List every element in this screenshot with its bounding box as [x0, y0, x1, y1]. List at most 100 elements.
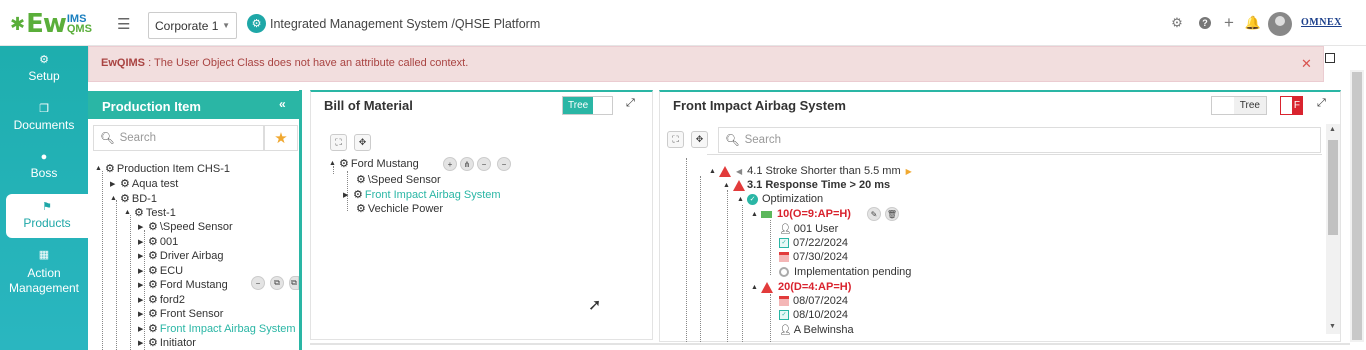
airbag-tree-toggle[interactable]: Tree: [1211, 96, 1267, 115]
tree-node[interactable]: ▶ ⚙ Front Sensor: [138, 307, 223, 321]
scroll-up-icon[interactable]: ▲: [1329, 126, 1336, 133]
tree-node[interactable]: ▲ ⚙ Test-1: [124, 206, 176, 220]
sidebar-item-documents[interactable]: ❐ Documents: [0, 102, 88, 132]
add-node-button[interactable]: +: [443, 157, 457, 171]
sidebar-item-products[interactable]: ⚑ Products: [6, 194, 88, 238]
expand-toggle-icon[interactable]: ▶: [138, 325, 146, 333]
airbag-search-input[interactable]: 🔍︎ Search: [718, 127, 1321, 153]
collapse-all-button[interactable]: ✥: [691, 131, 708, 148]
bell-icon[interactable]: 🔔: [1244, 14, 1262, 32]
company-select[interactable]: Corporate 1 ▼: [148, 12, 237, 39]
sidebar-item-setup[interactable]: ⚙ Setup: [0, 53, 88, 83]
collapse-toggle-icon[interactable]: ▲: [709, 168, 717, 175]
copy-node-button[interactable]: ⧉: [270, 276, 284, 290]
bom-node[interactable]: ⚙ Vechicle Power: [346, 202, 443, 216]
gear-icon: ⚙: [356, 203, 366, 215]
action-node[interactable]: ▲ 20(D=4:AP=H): [751, 281, 851, 293]
logo-ims-qms: IMS QMS: [67, 14, 92, 35]
sidebar-item-boss[interactable]: ● Boss: [0, 151, 88, 180]
remove-node-button[interactable]: −: [477, 157, 491, 171]
tree-node-button[interactable]: ⋔: [460, 157, 474, 171]
collapse-toggle-icon[interactable]: ▲: [110, 195, 118, 202]
collapse-all-button[interactable]: ✥: [354, 134, 371, 151]
collapse-toggle-icon[interactable]: ▲: [723, 182, 731, 189]
divider: [310, 343, 1350, 345]
calendar-check-icon: ✓: [779, 238, 789, 248]
expand-toggle-icon[interactable]: ▶: [138, 252, 146, 260]
remove-node-button[interactable]: −: [251, 276, 265, 290]
collapse-toggle-icon[interactable]: ▲: [95, 165, 103, 172]
more-node-button[interactable]: ⧉: [289, 276, 299, 290]
action-detail: 07/30/2024: [779, 251, 848, 263]
expand-toggle-icon[interactable]: ▶: [110, 180, 118, 188]
maximize-icon[interactable]: ⤢: [1317, 97, 1326, 110]
production-search-input[interactable]: 🔍︎ Search: [93, 125, 264, 151]
expand-all-button[interactable]: ⛶: [330, 134, 347, 151]
help-icon[interactable]: ?: [1196, 14, 1214, 32]
action-node[interactable]: ▲ 10(O=9:AP=H): [751, 208, 851, 220]
collapse-toggle-icon[interactable]: ▲: [124, 209, 132, 216]
tree-node[interactable]: ▶ ⚙ ECU: [138, 264, 183, 278]
bom-node[interactable]: ▲ ⚙ Ford Mustang: [329, 157, 419, 171]
gears-icon: ⚙: [120, 193, 130, 205]
expand-toggle-icon[interactable]: ▶: [343, 191, 351, 199]
action-date: 07/30/2024: [793, 251, 849, 263]
chevron-left-icon[interactable]: ◀: [736, 167, 742, 176]
expand-toggle-icon[interactable]: ▶: [138, 310, 146, 318]
tree-node[interactable]: ▶ ⚙ Driver Airbag: [138, 249, 223, 263]
collapse-toggle-icon[interactable]: ▲: [329, 160, 337, 167]
delete-action-button[interactable]: 🗑︎: [885, 207, 899, 221]
tree-node[interactable]: ▶ ⚙ Initiator: [138, 336, 196, 350]
tree-node-selected[interactable]: ▶ ⚙ Front Impact Airbag System: [138, 322, 296, 336]
fmea-toggle[interactable]: F: [1280, 96, 1303, 115]
cause-node[interactable]: ▲ 3.1 Response Time > 20 ms: [723, 179, 890, 191]
collapse-toggle-icon[interactable]: ▲: [737, 196, 745, 203]
window-icon[interactable]: [1325, 53, 1335, 63]
sidebar-item-action-management[interactable]: ▦ Action Management: [0, 248, 88, 296]
plus-icon[interactable]: +: [1220, 13, 1238, 32]
close-icon[interactable]: ✕: [1301, 56, 1312, 72]
expand-toggle-icon[interactable]: ▶: [138, 238, 146, 246]
expand-toggle-icon[interactable]: ▶: [138, 267, 146, 275]
user-icon: ●: [40, 151, 48, 163]
collapse-toggle-icon[interactable]: ▲: [751, 284, 759, 291]
gear-icon[interactable]: ⚙: [1168, 14, 1186, 32]
tree-node[interactable]: ▶ ⚙ Ford Mustang: [138, 278, 228, 292]
collapse-toggle-icon[interactable]: ▲: [751, 211, 759, 218]
expand-toggle-icon[interactable]: ▶: [138, 296, 146, 304]
app-logo[interactable]: ✱ Ew IMS QMS: [10, 9, 92, 39]
tree-node-label: ford2: [159, 293, 185, 306]
error-prefix: EwQIMS: [101, 57, 146, 69]
gears-icon: ⚙: [134, 207, 144, 219]
page-scrollbar-thumb[interactable]: [1352, 72, 1362, 340]
tree-node[interactable]: ▶ ⚙ Aqua test: [110, 177, 178, 191]
failure-mode-node[interactable]: ▲ ◀ 4.1 Stroke Shorter than 5.5 mm ▶: [709, 165, 912, 177]
chevron-down-icon: ▼: [222, 21, 230, 30]
tree-node[interactable]: ▶ ⚙ \Speed Sensor: [138, 220, 233, 234]
bom-tree-toggle[interactable]: Tree: [562, 96, 613, 115]
expand-toggle-icon[interactable]: ▶: [138, 339, 146, 347]
optimization-node[interactable]: ▲ ✓ Optimization: [737, 193, 823, 205]
bill-of-material-panel: [310, 90, 653, 340]
scroll-down-icon[interactable]: ▼: [1329, 323, 1336, 330]
expand-toggle-icon[interactable]: ▶: [138, 223, 146, 231]
tree-node[interactable]: ▶ ⚙ 001: [138, 235, 178, 249]
tree-node[interactable]: ▲ ⚙ Production Item CHS-1: [95, 162, 230, 176]
action-status: Implementation pending: [794, 266, 912, 278]
chevron-right-icon[interactable]: ▶: [906, 167, 912, 176]
tree-node[interactable]: ▶ ⚙ ford2: [138, 293, 185, 307]
scrollbar-thumb[interactable]: [1328, 140, 1338, 235]
tree-node[interactable]: ▲ ⚙ BD-1: [110, 192, 157, 206]
bom-node-selected[interactable]: ▶ ⚙ Front Impact Airbag System: [343, 188, 501, 202]
expand-toggle-icon[interactable]: ▶: [138, 281, 146, 289]
hamburger-menu-icon[interactable]: ☰: [117, 15, 130, 33]
collapse-left-icon[interactable]: «: [279, 97, 286, 111]
edit-action-button[interactable]: ✎: [867, 207, 881, 221]
favorite-star-icon[interactable]: ★: [264, 125, 298, 151]
maximize-icon[interactable]: ⤢: [626, 97, 635, 110]
remove-node-button[interactable]: −: [497, 157, 511, 171]
gears-icon: ⚙: [148, 279, 158, 291]
expand-all-button[interactable]: ⛶: [667, 131, 684, 148]
bom-node[interactable]: ⚙ \Speed Sensor: [346, 173, 441, 187]
avatar[interactable]: [1268, 12, 1292, 36]
